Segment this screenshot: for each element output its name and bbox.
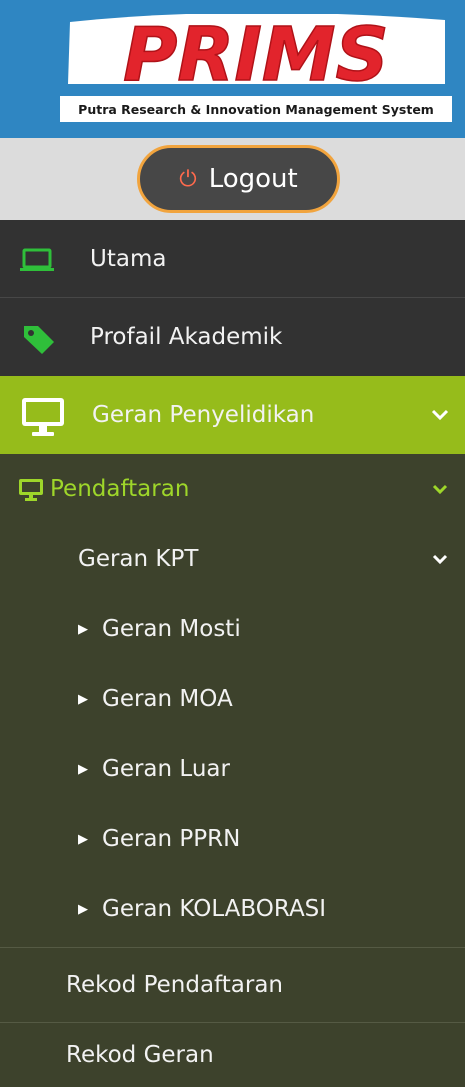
menu-label-profail: Profail Akademik [90,324,283,350]
submenu-label: Geran Mosti [102,616,241,642]
logo-wordmark: PRIMS [123,14,389,98]
monitor-icon [22,398,64,436]
submenu-label: Geran Luar [102,756,230,782]
submenu-label: Geran PPRN [102,826,241,852]
submenu-item-geran-moa[interactable]: ▶ Geran MOA [0,664,465,734]
menu-item-rekod-geran[interactable]: Rekod Geran [0,1022,465,1087]
caret-right-icon: ▶ [78,621,88,637]
menu-label-geran-kpt: Geran KPT [78,546,199,572]
logo-header: PRIMS Putra Research & Innovation Manage… [0,0,465,138]
menu-label-geran: Geran Penyelidikan [92,402,315,428]
menu-label-pendaftaran: Pendaftaran [50,476,190,502]
chevron-down-icon [432,484,448,495]
menu-label-utama: Utama [90,245,167,272]
menu-label-rekod-geran: Rekod Geran [66,1042,214,1068]
prims-logo: PRIMS [68,14,445,99]
logout-button[interactable]: ⏻ Logout [137,145,340,213]
logo-subtitle: Putra Research & Innovation Management S… [60,96,452,122]
submenu-label: Geran MOA [102,686,233,712]
sidebar: PRIMS Putra Research & Innovation Manage… [0,0,465,1087]
submenu-item-geran-pprn[interactable]: ▶ Geran PPRN [0,804,465,874]
menu-item-geran-penyelidikan[interactable]: Geran Penyelidikan [0,376,465,454]
menu-item-rekod-pendaftaran[interactable]: Rekod Pendaftaran [0,947,465,1022]
submenu-item-geran-mosti[interactable]: ▶ Geran Mosti [0,594,465,664]
caret-right-icon: ▶ [78,901,88,917]
caret-right-icon: ▶ [78,761,88,777]
menu-label-rekod-pendaftaran: Rekod Pendaftaran [66,972,283,998]
chevron-down-icon [431,409,449,421]
power-icon: ⏻ [179,166,197,192]
monitor-icon [19,479,43,501]
tag-icon [24,326,54,354]
menu-item-utama[interactable]: Utama [0,220,465,298]
submenu-item-geran-luar[interactable]: ▶ Geran Luar [0,734,465,804]
laptop-icon [20,248,54,271]
submenu-label: Geran KOLABORASI [102,896,327,922]
logout-label: Logout [208,164,298,194]
menu-item-geran-kpt[interactable]: Geran KPT [0,524,465,594]
menu-item-pendaftaran[interactable]: Pendaftaran [0,454,465,524]
chevron-down-icon [432,554,448,565]
caret-right-icon: ▶ [78,691,88,707]
caret-right-icon: ▶ [78,831,88,847]
submenu-item-geran-kolaborasi[interactable]: ▶ Geran KOLABORASI [0,874,465,944]
menu-item-profail-akademik[interactable]: Profail Akademik [0,298,465,376]
